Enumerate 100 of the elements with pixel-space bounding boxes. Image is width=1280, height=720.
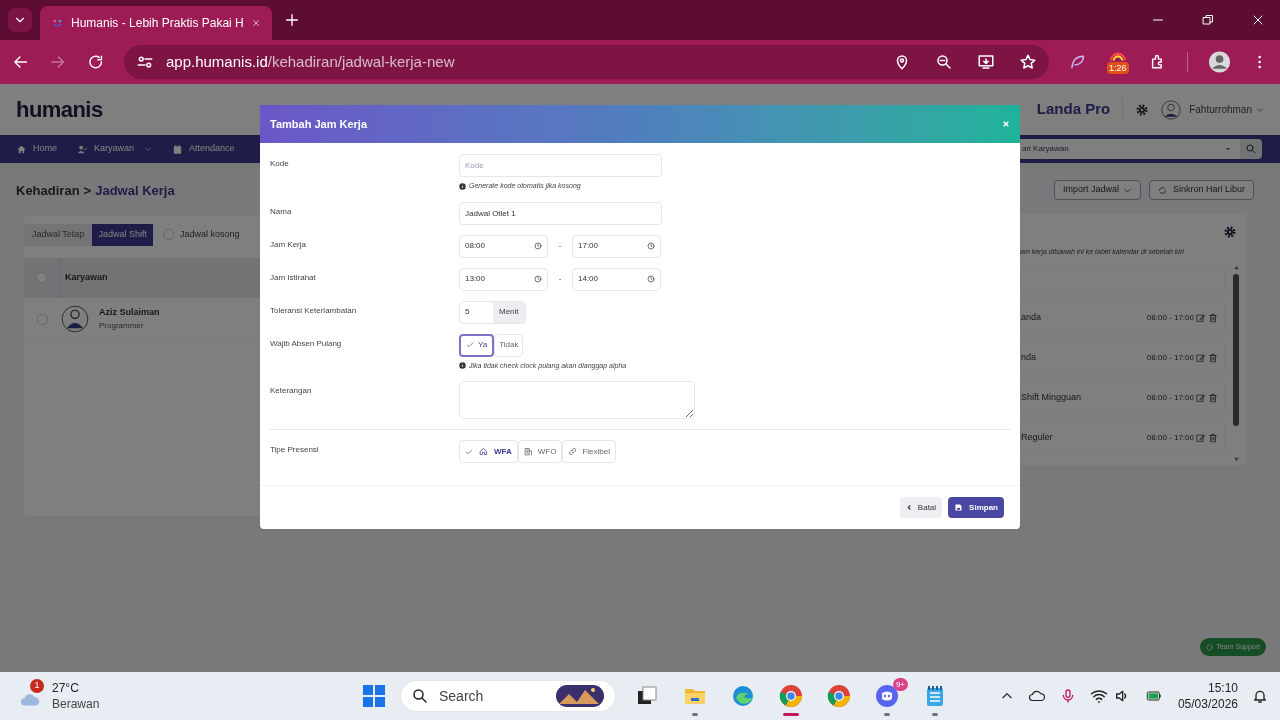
time-field[interactable]: 08:00: [459, 234, 548, 258]
restore-icon[interactable]: [1202, 14, 1214, 26]
notification-bell-icon[interactable]: [1252, 688, 1268, 704]
cancel-button[interactable]: Batal: [899, 497, 943, 518]
sync-button[interactable]: Sinkron Hari Libur: [1148, 180, 1254, 200]
save-icon: [954, 503, 964, 512]
building-icon: [523, 447, 533, 456]
info-icon: [459, 362, 466, 370]
check-icon: [466, 341, 474, 349]
forward-icon[interactable]: [49, 53, 67, 71]
scrollbar-thumb[interactable]: [1233, 273, 1239, 426]
install-app-icon[interactable]: [976, 53, 995, 71]
nav-item[interactable]: Attendance: [172, 142, 235, 156]
shift-name: Reguler: [1021, 430, 1054, 444]
edit-icon[interactable]: [1196, 312, 1206, 323]
star-icon[interactable]: [1018, 53, 1037, 71]
home-icon: [479, 447, 488, 456]
user-icon: [77, 143, 88, 155]
profile-avatar-icon[interactable]: [1207, 50, 1231, 74]
text-field[interactable]: Kode: [459, 154, 662, 177]
field-label: Tipe Presensi: [270, 444, 320, 456]
field-label: Kode: [270, 158, 290, 170]
user-avatar-icon[interactable]: [1161, 99, 1182, 120]
number-field[interactable]: 5 Menit: [459, 300, 526, 324]
trash-icon[interactable]: [1208, 432, 1218, 443]
weather-condition: Berawan: [52, 696, 100, 712]
employee-name: Aziz Sulaiman: [99, 306, 160, 320]
clock-icon: [647, 275, 655, 283]
breadcrumb-link[interactable]: Kehadiran: [16, 181, 80, 201]
range-separator: -: [557, 273, 563, 285]
close-icon[interactable]: [1252, 14, 1264, 26]
edit-icon[interactable]: [1196, 392, 1206, 403]
notification-badge: 1: [30, 679, 44, 693]
new-tab-icon[interactable]: [284, 12, 300, 28]
url-text: app.humanis.id/kehadiran/jadwal-kerja-new: [166, 51, 456, 72]
zoom-out-icon[interactable]: [934, 53, 953, 71]
text-field[interactable]: Jadwal Otlet 1: [459, 201, 662, 225]
taskbar-search[interactable]: Search: [400, 680, 616, 712]
check-icon: [465, 447, 473, 456]
search-placeholder: ari Karyawan: [1022, 143, 1070, 155]
search-field[interactable]: ari Karyawan: [1018, 139, 1240, 159]
breadcrumb-current: Jadwal Kerja: [95, 182, 175, 200]
chrome-icon[interactable]: [779, 684, 803, 708]
wifi-icon[interactable]: [1089, 687, 1108, 705]
address-bar[interactable]: app.humanis.id/kehadiran/jadwal-kerja-new: [124, 45, 1049, 79]
notification-badge: 9+: [892, 678, 908, 691]
shift-name: Shift Mingguan: [1021, 390, 1083, 404]
field-label: Keterangan: [270, 385, 313, 397]
nav-item[interactable]: Karyawan: [77, 142, 153, 156]
trash-icon[interactable]: [1208, 312, 1218, 323]
windows-start-icon[interactable]: [362, 684, 386, 708]
scroll-down-icon[interactable]: [1232, 455, 1240, 463]
trash-icon[interactable]: [1208, 352, 1218, 363]
back-icon[interactable]: [12, 53, 30, 71]
logo: humanis: [16, 96, 103, 124]
trash-icon[interactable]: [1208, 392, 1218, 403]
settings-icon[interactable]: [1135, 102, 1150, 117]
save-button[interactable]: Simpan: [948, 497, 1004, 518]
calendar-icon: [172, 143, 184, 155]
tab-list-button[interactable]: [8, 8, 32, 32]
caret-icon: [1256, 105, 1264, 114]
clock-icon: [534, 275, 542, 283]
time-field[interactable]: 14:00: [572, 267, 661, 291]
browser-tab[interactable]: Humanis - Lebih Praktis Pakai H: [40, 6, 272, 40]
site-settings-icon: [136, 53, 154, 71]
chrome-icon[interactable]: [827, 684, 851, 708]
search-button[interactable]: [1240, 139, 1262, 159]
toggle-option[interactable]: Ya: [459, 333, 495, 357]
unit-label: Menit: [493, 301, 525, 323]
column-header: Karyawan: [65, 270, 108, 284]
settings-icon[interactable]: [1223, 225, 1237, 239]
toggle-option[interactable]: Tidak: [494, 333, 524, 357]
nav-item[interactable]: Home: [16, 142, 57, 156]
brand-name: Landa Pro: [1036, 98, 1124, 121]
field-label: Toleransi Keterlambatan: [270, 304, 358, 317]
feather-icon[interactable]: [1068, 53, 1087, 71]
scroll-up-icon[interactable]: [1232, 263, 1240, 271]
attendance-type-option[interactable]: WFO: [517, 440, 563, 463]
extension-button[interactable]: 1:26: [1106, 48, 1130, 76]
attendance-type-option[interactable]: Flexibel: [562, 440, 617, 463]
caret-icon: [1224, 145, 1232, 153]
avatar-icon: [61, 305, 89, 333]
clock[interactable]: 15:10 05/03/2026: [1177, 680, 1238, 712]
time-field[interactable]: 13:00: [459, 267, 548, 291]
home-icon: [16, 143, 27, 155]
tab-title: Humanis - Lebih Praktis Pakai H: [71, 15, 244, 32]
shift-time: 08:00 - 17:00: [1146, 431, 1194, 444]
time-field[interactable]: 17:00: [572, 234, 661, 258]
shift-time: 08:00 - 17:00: [1146, 311, 1194, 324]
link-icon: [568, 447, 578, 456]
clock-icon: [534, 242, 542, 250]
tab[interactable]: Jadwal Shift: [92, 223, 153, 246]
browser-icon[interactable]: [731, 684, 755, 708]
user-menu[interactable]: Fahturrohman: [1189, 102, 1252, 117]
import-button[interactable]: Import Jadwal: [1053, 180, 1141, 200]
refresh-icon: [1157, 185, 1167, 195]
reload-icon[interactable]: [86, 53, 104, 71]
attendance-type-option[interactable]: WFA: [459, 440, 518, 463]
edit-icon[interactable]: [1196, 352, 1206, 363]
edit-icon[interactable]: [1196, 432, 1206, 443]
